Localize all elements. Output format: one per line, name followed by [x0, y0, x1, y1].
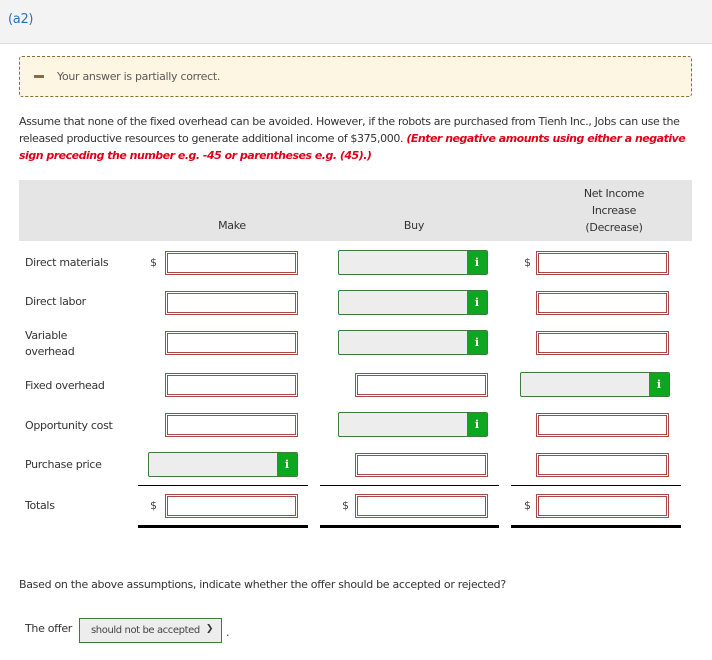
net-input-purchase-price[interactable]	[536, 453, 669, 477]
column-header-buy: Buy	[403, 219, 425, 232]
info-icon[interactable]: i	[649, 373, 669, 396]
column-header-net-income: Net Income Increase (Decrease)	[554, 185, 674, 236]
chevron-down-icon: ❯	[205, 624, 214, 634]
question-text: Assume that none of the fixed overhead c…	[19, 113, 689, 164]
row-label-purchase-price: Purchase price	[25, 458, 102, 471]
currency-symbol: $	[150, 499, 157, 512]
make-input-direct-labor[interactable]	[165, 291, 298, 315]
partial-correct-alert: Your answer is partially correct.	[19, 56, 692, 97]
column-header-net-line1: Net Income	[583, 187, 645, 200]
info-icon[interactable]: i	[467, 331, 487, 354]
info-icon[interactable]: i	[467, 413, 487, 436]
offer-label: The offer	[25, 622, 73, 635]
currency-symbol: $	[342, 499, 349, 512]
net-input-variable-overhead[interactable]	[536, 331, 669, 355]
sentence-period: .	[226, 626, 230, 639]
buy-input-opportunity-cost[interactable]: i	[338, 412, 488, 437]
row-label-direct-labor: Direct labor	[25, 295, 86, 308]
column-header-make: Make	[218, 219, 246, 232]
currency-symbol: $	[524, 499, 531, 512]
net-input-fixed-overhead[interactable]: i	[520, 372, 670, 397]
net-input-totals[interactable]	[536, 494, 669, 518]
part-label: (a2)	[8, 12, 34, 27]
make-input-fixed-overhead[interactable]	[165, 373, 298, 397]
offer-decision-select[interactable]: should not be accepted ❯	[79, 618, 222, 643]
make-input-totals[interactable]	[165, 494, 298, 518]
minus-icon	[34, 75, 44, 78]
row-label-variable-overhead: Variable overhead	[25, 329, 75, 358]
buy-input-totals[interactable]	[355, 494, 488, 518]
total-double-rule	[320, 525, 499, 528]
part-header: (a2)	[0, 0, 712, 44]
total-double-rule	[138, 525, 308, 528]
make-input-opportunity-cost[interactable]	[165, 413, 298, 437]
row-label-fixed-overhead: Fixed overhead	[25, 379, 105, 392]
buy-input-direct-labor[interactable]: i	[338, 290, 488, 315]
row-label-opportunity-cost: Opportunity cost	[25, 419, 113, 432]
buy-input-purchase-price[interactable]	[355, 453, 488, 477]
row-label-direct-materials: Direct materials	[25, 256, 109, 269]
column-header-net-line3: (Decrease)	[585, 221, 643, 234]
buy-input-variable-overhead[interactable]: i	[338, 330, 488, 355]
info-icon[interactable]: i	[467, 291, 487, 314]
net-input-direct-labor[interactable]	[536, 291, 669, 315]
currency-symbol: $	[150, 256, 157, 269]
subtotal-rule	[511, 485, 681, 486]
make-input-direct-materials[interactable]	[165, 251, 298, 275]
currency-symbol: $	[524, 256, 531, 269]
table-header: Make Buy Net Income Increase (Decrease)	[19, 180, 692, 241]
offer-selected-value: should not be accepted	[91, 625, 200, 636]
followup-question: Based on the above assumptions, indicate…	[19, 578, 506, 591]
subtotal-rule	[138, 485, 308, 486]
make-input-purchase-price[interactable]: i	[148, 452, 298, 477]
net-input-direct-materials[interactable]	[536, 251, 669, 275]
buy-input-fixed-overhead[interactable]	[355, 373, 488, 397]
subtotal-rule	[320, 485, 499, 486]
total-double-rule	[511, 525, 681, 528]
alert-text: Your answer is partially correct.	[57, 70, 221, 83]
net-input-opportunity-cost[interactable]	[536, 413, 669, 437]
info-icon[interactable]: i	[277, 453, 297, 476]
row-label-totals: Totals	[25, 499, 55, 512]
info-icon[interactable]: i	[467, 251, 487, 274]
buy-input-direct-materials[interactable]: i	[338, 250, 488, 275]
make-input-variable-overhead[interactable]	[165, 331, 298, 355]
column-header-net-line2: Increase	[591, 204, 637, 217]
